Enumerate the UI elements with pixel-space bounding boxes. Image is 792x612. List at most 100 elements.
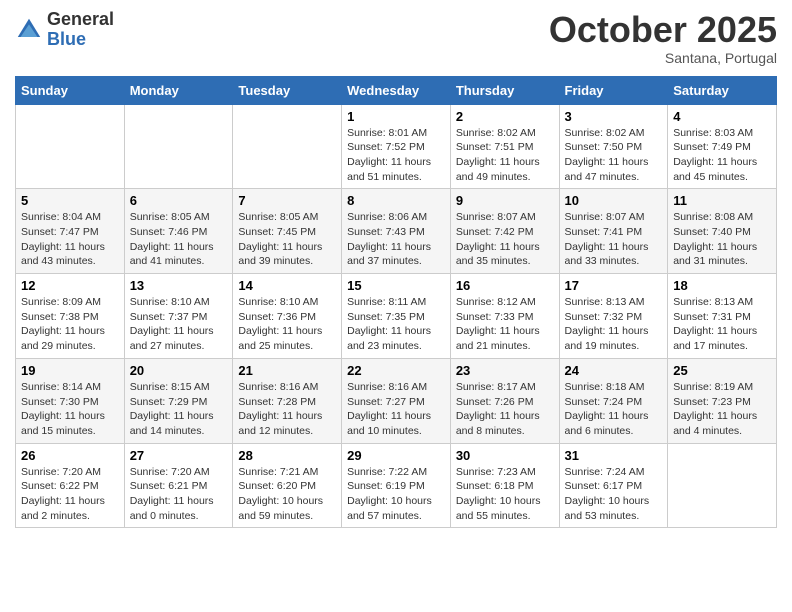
- day-info: Sunrise: 8:02 AMSunset: 7:50 PMDaylight:…: [565, 126, 663, 185]
- day-number: 25: [673, 363, 771, 378]
- calendar-cell: 5 Sunrise: 8:04 AMSunset: 7:47 PMDaylight…: [16, 189, 125, 274]
- calendar-cell: 28Sunrise: 7:21 AMSunset: 6:20 PMDayligh…: [233, 443, 342, 528]
- calendar-cell: [124, 104, 233, 189]
- calendar-cell: 8 Sunrise: 8:06 AMSunset: 7:43 PMDaylight…: [342, 189, 451, 274]
- day-info: Sunrise: 7:21 AMSunset: 6:20 PMDaylight:…: [238, 465, 336, 524]
- day-info: Sunrise: 8:05 AMSunset: 7:45 PMDaylight:…: [238, 210, 336, 269]
- day-info: Sunrise: 8:13 AMSunset: 7:31 PMDaylight:…: [673, 295, 771, 354]
- day-info: Sunrise: 8:19 AMSunset: 7:23 PMDaylight:…: [673, 380, 771, 439]
- calendar-week-row: 19 Sunrise: 8:14 AMSunset: 7:30 PMDayligh…: [16, 358, 777, 443]
- calendar-cell: 3 Sunrise: 8:02 AMSunset: 7:50 PMDaylight…: [559, 104, 668, 189]
- weekday-header-row: Sunday Monday Tuesday Wednesday Thursday…: [16, 76, 777, 104]
- header-wednesday: Wednesday: [342, 76, 451, 104]
- day-info: Sunrise: 8:06 AMSunset: 7:43 PMDaylight:…: [347, 210, 445, 269]
- day-info: Sunrise: 8:04 AMSunset: 7:47 PMDaylight:…: [21, 210, 119, 269]
- day-info: Sunrise: 8:03 AMSunset: 7:49 PMDaylight:…: [673, 126, 771, 185]
- calendar-week-row: 1 Sunrise: 8:01 AMSunset: 7:52 PMDaylight…: [16, 104, 777, 189]
- logo-blue: Blue: [47, 29, 86, 49]
- calendar-cell: [233, 104, 342, 189]
- calendar-cell: [16, 104, 125, 189]
- day-number: 3: [565, 109, 663, 124]
- calendar-cell: 4Sunrise: 8:03 AMSunset: 7:49 PMDaylight…: [668, 104, 777, 189]
- calendar-week-row: 5 Sunrise: 8:04 AMSunset: 7:47 PMDaylight…: [16, 189, 777, 274]
- day-number: 30: [456, 448, 554, 463]
- calendar-cell: 20Sunrise: 8:15 AMSunset: 7:29 PMDayligh…: [124, 358, 233, 443]
- day-info: Sunrise: 8:16 AMSunset: 7:27 PMDaylight:…: [347, 380, 445, 439]
- calendar-cell: 10Sunrise: 8:07 AMSunset: 7:41 PMDayligh…: [559, 189, 668, 274]
- calendar-cell: 25 Sunrise: 8:19 AMSunset: 7:23 PMDayligh…: [668, 358, 777, 443]
- logo-icon: [15, 16, 43, 44]
- logo: General Blue: [15, 10, 114, 50]
- day-number: 17: [565, 278, 663, 293]
- calendar-cell: 11Sunrise: 8:08 AMSunset: 7:40 PMDayligh…: [668, 189, 777, 274]
- day-info: Sunrise: 8:09 AMSunset: 7:38 PMDaylight:…: [21, 295, 119, 354]
- day-number: 16: [456, 278, 554, 293]
- day-info: Sunrise: 8:02 AMSunset: 7:51 PMDaylight:…: [456, 126, 554, 185]
- day-info: Sunrise: 8:17 AMSunset: 7:26 PMDaylight:…: [456, 380, 554, 439]
- day-number: 19: [21, 363, 119, 378]
- day-info: Sunrise: 8:10 AMSunset: 7:37 PMDaylight:…: [130, 295, 228, 354]
- day-number: 22: [347, 363, 445, 378]
- header-saturday: Saturday: [668, 76, 777, 104]
- calendar-cell: 26Sunrise: 7:20 AMSunset: 6:22 PMDayligh…: [16, 443, 125, 528]
- day-number: 8: [347, 193, 445, 208]
- calendar-cell: 23 Sunrise: 8:17 AMSunset: 7:26 PMDayligh…: [450, 358, 559, 443]
- day-info: Sunrise: 8:07 AMSunset: 7:41 PMDaylight:…: [565, 210, 663, 269]
- day-info: Sunrise: 7:23 AMSunset: 6:18 PMDaylight:…: [456, 465, 554, 524]
- page-header: General Blue October 2025 Santana, Portu…: [15, 10, 777, 66]
- day-info: Sunrise: 8:05 AMSunset: 7:46 PMDaylight:…: [130, 210, 228, 269]
- day-info: Sunrise: 8:10 AMSunset: 7:36 PMDaylight:…: [238, 295, 336, 354]
- location-subtitle: Santana, Portugal: [549, 50, 777, 66]
- calendar-cell: 16 Sunrise: 8:12 AMSunset: 7:33 PMDayligh…: [450, 274, 559, 359]
- day-info: Sunrise: 8:15 AMSunset: 7:29 PMDaylight:…: [130, 380, 228, 439]
- day-number: 31: [565, 448, 663, 463]
- title-block: October 2025 Santana, Portugal: [549, 10, 777, 66]
- calendar-cell: 2Sunrise: 8:02 AMSunset: 7:51 PMDaylight…: [450, 104, 559, 189]
- calendar-cell: 18Sunrise: 8:13 AMSunset: 7:31 PMDayligh…: [668, 274, 777, 359]
- header-thursday: Thursday: [450, 76, 559, 104]
- calendar-cell: 21 Sunrise: 8:16 AMSunset: 7:28 PMDayligh…: [233, 358, 342, 443]
- header-sunday: Sunday: [16, 76, 125, 104]
- month-title: October 2025: [549, 10, 777, 50]
- calendar-table: Sunday Monday Tuesday Wednesday Thursday…: [15, 76, 777, 529]
- day-info: Sunrise: 8:14 AMSunset: 7:30 PMDaylight:…: [21, 380, 119, 439]
- day-number: 11: [673, 193, 771, 208]
- calendar-cell: 6 Sunrise: 8:05 AMSunset: 7:46 PMDaylight…: [124, 189, 233, 274]
- day-info: Sunrise: 8:12 AMSunset: 7:33 PMDaylight:…: [456, 295, 554, 354]
- day-number: 12: [21, 278, 119, 293]
- day-info: Sunrise: 7:22 AMSunset: 6:19 PMDaylight:…: [347, 465, 445, 524]
- calendar-cell: 15 Sunrise: 8:11 AMSunset: 7:35 PMDayligh…: [342, 274, 451, 359]
- calendar-cell: 24Sunrise: 8:18 AMSunset: 7:24 PMDayligh…: [559, 358, 668, 443]
- calendar-cell: [668, 443, 777, 528]
- calendar-cell: 19 Sunrise: 8:14 AMSunset: 7:30 PMDayligh…: [16, 358, 125, 443]
- day-number: 5: [21, 193, 119, 208]
- day-info: Sunrise: 8:07 AMSunset: 7:42 PMDaylight:…: [456, 210, 554, 269]
- day-number: 1: [347, 109, 445, 124]
- header-friday: Friday: [559, 76, 668, 104]
- day-number: 7: [238, 193, 336, 208]
- day-number: 9: [456, 193, 554, 208]
- day-info: Sunrise: 8:01 AMSunset: 7:52 PMDaylight:…: [347, 126, 445, 185]
- day-number: 29: [347, 448, 445, 463]
- day-number: 21: [238, 363, 336, 378]
- day-number: 13: [130, 278, 228, 293]
- calendar-cell: 29 Sunrise: 7:22 AMSunset: 6:19 PMDayligh…: [342, 443, 451, 528]
- day-info: Sunrise: 8:18 AMSunset: 7:24 PMDaylight:…: [565, 380, 663, 439]
- day-info: Sunrise: 8:11 AMSunset: 7:35 PMDaylight:…: [347, 295, 445, 354]
- calendar-cell: 14Sunrise: 8:10 AMSunset: 7:36 PMDayligh…: [233, 274, 342, 359]
- calendar-week-row: 26Sunrise: 7:20 AMSunset: 6:22 PMDayligh…: [16, 443, 777, 528]
- day-info: Sunrise: 7:20 AMSunset: 6:22 PMDaylight:…: [21, 465, 119, 524]
- calendar-cell: 17Sunrise: 8:13 AMSunset: 7:32 PMDayligh…: [559, 274, 668, 359]
- calendar-week-row: 12 Sunrise: 8:09 AMSunset: 7:38 PMDayligh…: [16, 274, 777, 359]
- calendar-cell: 13 Sunrise: 8:10 AMSunset: 7:37 PMDayligh…: [124, 274, 233, 359]
- day-info: Sunrise: 8:16 AMSunset: 7:28 PMDaylight:…: [238, 380, 336, 439]
- day-number: 23: [456, 363, 554, 378]
- day-number: 6: [130, 193, 228, 208]
- calendar-cell: 27Sunrise: 7:20 AMSunset: 6:21 PMDayligh…: [124, 443, 233, 528]
- calendar-cell: 9 Sunrise: 8:07 AMSunset: 7:42 PMDaylight…: [450, 189, 559, 274]
- calendar-cell: 30 Sunrise: 7:23 AMSunset: 6:18 PMDayligh…: [450, 443, 559, 528]
- day-number: 15: [347, 278, 445, 293]
- calendar-cell: 12 Sunrise: 8:09 AMSunset: 7:38 PMDayligh…: [16, 274, 125, 359]
- day-number: 27: [130, 448, 228, 463]
- calendar-cell: 22 Sunrise: 8:16 AMSunset: 7:27 PMDayligh…: [342, 358, 451, 443]
